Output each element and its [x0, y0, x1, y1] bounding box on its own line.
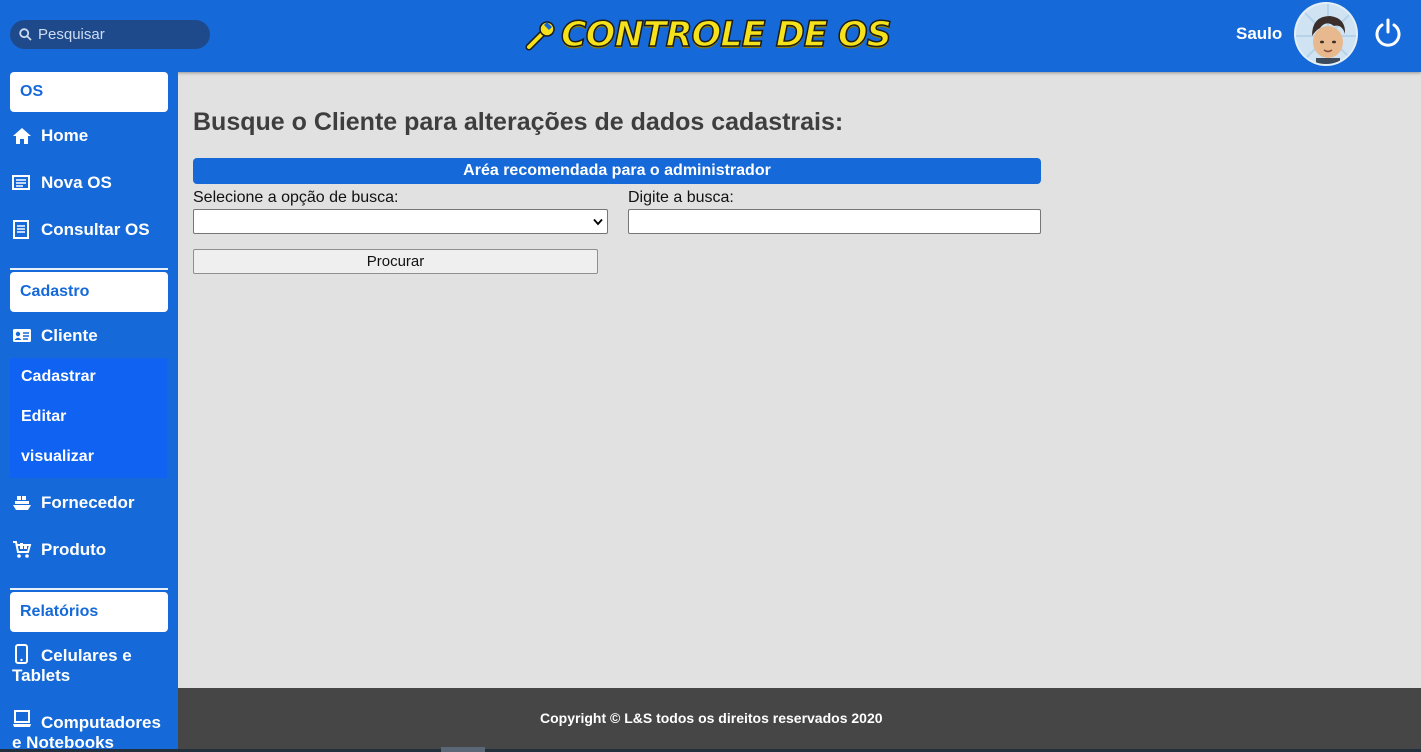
chevron-down-icon: [593, 218, 603, 226]
home-icon: [13, 128, 31, 144]
taskbar-item[interactable]: [441, 747, 485, 752]
sidebar-item-cliente[interactable]: Cliente: [12, 326, 98, 346]
sidebar-item-label: Computadores e Notebooks: [12, 713, 161, 752]
copyright-text: Copyright © L&S todos os direitos reserv…: [540, 710, 883, 726]
sidebar-item-celulares[interactable]: Celulares e Tablets: [12, 644, 162, 686]
submenu-item-cadastrar[interactable]: Cadastrar: [10, 358, 167, 398]
submenu-item-visualizar[interactable]: visualizar: [10, 438, 167, 478]
search-label: Digite a busca:: [628, 189, 734, 206]
sidebar-item-consultar-os[interactable]: Consultar OS: [12, 220, 150, 240]
search-input[interactable]: [38, 26, 198, 43]
page-title: Busque o Cliente para alterações de dado…: [193, 108, 844, 136]
avatar[interactable]: [1294, 2, 1358, 66]
sidebar-item-label: Fornecedor: [41, 493, 135, 512]
sidebar-section-relatorios[interactable]: Relatórios: [10, 592, 168, 632]
search-box[interactable]: [10, 20, 210, 49]
footer: Copyright © L&S todos os direitos reserv…: [178, 688, 1421, 752]
select-label: Selecione a opção de busca:: [193, 189, 399, 206]
power-icon[interactable]: [1372, 17, 1404, 49]
divider: [10, 588, 168, 590]
submenu-item-editar[interactable]: Editar: [10, 398, 167, 438]
sidebar-item-label: Cliente: [41, 326, 98, 345]
sidebar-section-cadastro[interactable]: Cadastro: [10, 272, 168, 312]
wrench-icon: [525, 21, 555, 51]
search-option-select[interactable]: [193, 209, 608, 234]
sidebar-item-fornecedor[interactable]: Fornecedor: [12, 493, 135, 513]
sidebar-item-label: Home: [41, 126, 89, 145]
sidebar: OS Home Nova OS Consultar OS Cadastro Cl…: [0, 72, 178, 752]
app-logo: CONTROLE DE OS: [525, 14, 893, 56]
ship-icon: [13, 496, 31, 510]
divider: [10, 268, 168, 270]
cart-icon: [13, 541, 32, 558]
list-document-icon: [13, 220, 29, 239]
laptop-icon: [13, 710, 31, 727]
sidebar-section-os[interactable]: OS: [10, 72, 168, 112]
mobile-icon: [15, 644, 28, 664]
sidebar-item-label: Celulares e Tablets: [12, 646, 132, 685]
sidebar-item-nova-os[interactable]: Nova OS: [12, 173, 112, 193]
sidebar-item-label: Nova OS: [41, 173, 112, 192]
sidebar-item-produto[interactable]: Produto: [12, 540, 106, 560]
sidebar-item-label: Consultar OS: [41, 220, 150, 239]
logo-text: CONTROLE DE OS: [560, 14, 892, 56]
document-icon: [12, 175, 30, 190]
sidebar-item-home[interactable]: Home: [12, 126, 88, 146]
sidebar-item-label: Produto: [41, 540, 107, 559]
sidebar-item-computadores[interactable]: Computadores e Notebooks: [12, 710, 172, 752]
id-card-icon: [13, 329, 31, 342]
admin-notice-bar: Aréa recomendada para o administrador: [193, 158, 1041, 184]
search-query-input[interactable]: [628, 209, 1041, 234]
cliente-submenu: Cadastrar Editar visualizar: [10, 358, 167, 478]
search-icon: [19, 28, 32, 41]
procurar-button[interactable]: Procurar: [193, 249, 598, 274]
user-name: Saulo: [1236, 24, 1283, 43]
top-bar: CONTROLE DE OS Saulo: [0, 0, 1421, 72]
